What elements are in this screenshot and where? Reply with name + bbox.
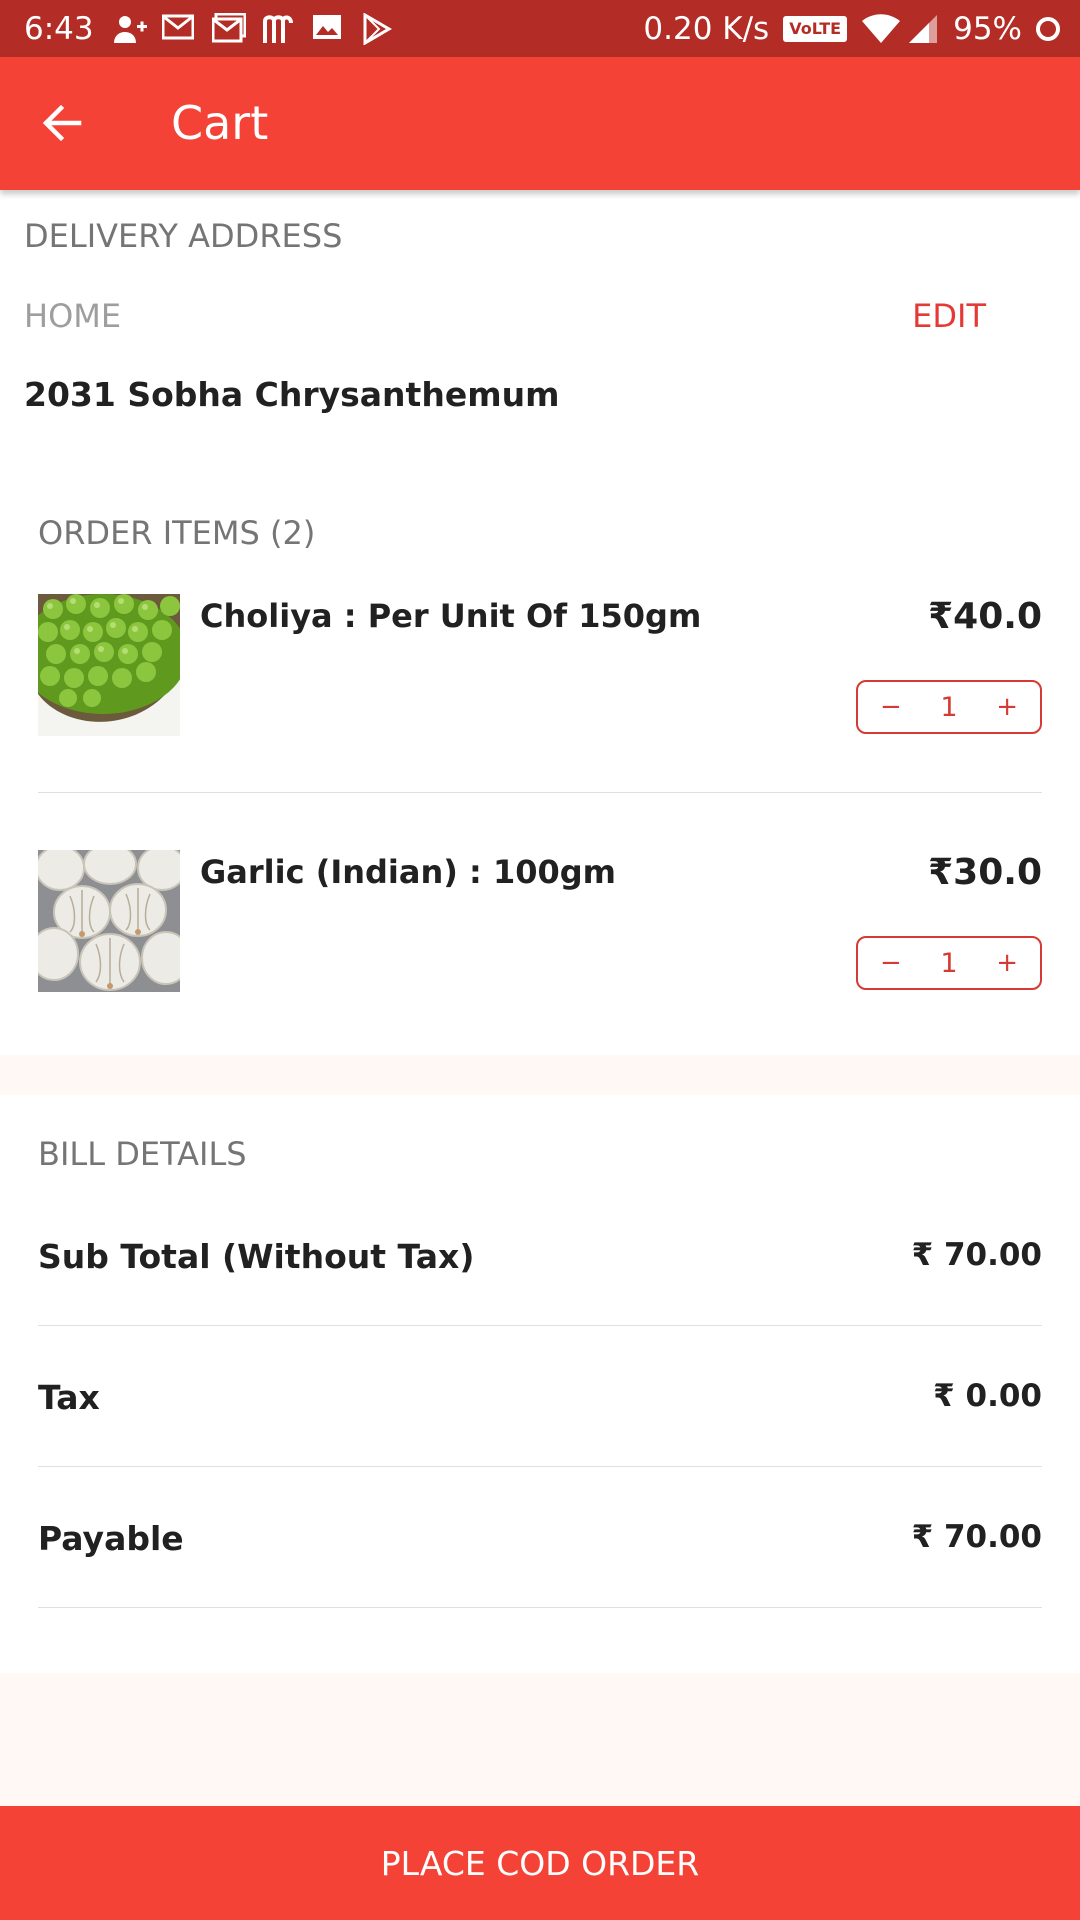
- quantity-stepper: − 1 +: [856, 936, 1042, 990]
- play-store-icon: [362, 11, 394, 46]
- address-type-label: HOME: [24, 297, 122, 335]
- bill-details-header: BILL DETAILS: [38, 1135, 247, 1173]
- edit-address-button[interactable]: EDIT: [912, 297, 986, 335]
- place-order-button[interactable]: PLACE COD ORDER: [0, 1806, 1080, 1920]
- divider: [38, 1607, 1042, 1608]
- back-button[interactable]: [30, 91, 94, 155]
- app-bar: Cart: [0, 57, 1080, 190]
- delivery-address-header: DELIVERY ADDRESS: [24, 217, 343, 255]
- gmail-icon: [211, 12, 247, 45]
- increase-button[interactable]: +: [996, 692, 1018, 722]
- quantity-stepper: − 1 +: [856, 680, 1042, 734]
- product-image-garlic: [38, 850, 180, 992]
- decrease-button[interactable]: −: [880, 948, 902, 978]
- product-image-choliya: [38, 594, 180, 736]
- battery-percent: 95%: [953, 10, 1022, 47]
- list-item: Garlic (Indian) : 100gm ₹30.0 − 1 +: [38, 850, 1042, 1050]
- bill-value: ₹ 0.00: [933, 1378, 1042, 1414]
- status-left: 6:43: [24, 0, 394, 57]
- list-item: Choliya : Per Unit Of 150gm ₹40.0 − 1 +: [38, 594, 1042, 794]
- divider: [38, 792, 1042, 793]
- status-time: 6:43: [24, 10, 94, 47]
- gmail-icon: [161, 13, 195, 45]
- bill-row-tax: Tax ₹ 0.00: [38, 1378, 1042, 1518]
- divider: [38, 1325, 1042, 1326]
- increase-button[interactable]: +: [996, 948, 1018, 978]
- image-icon: [312, 13, 344, 45]
- decrease-button[interactable]: −: [880, 692, 902, 722]
- person-add-icon: [112, 13, 147, 45]
- status-bar: 6:43 0.20 K/s VoLTE 95%: [0, 0, 1080, 57]
- bill-value: ₹ 70.00: [911, 1237, 1042, 1273]
- item-price: ₹40.0: [928, 596, 1042, 637]
- volte-badge: VoLTE: [783, 15, 848, 42]
- bill-label: Sub Total (Without Tax): [38, 1237, 475, 1276]
- status-right: 0.20 K/s VoLTE 95%: [643, 0, 1060, 57]
- bill-row-subtotal: Sub Total (Without Tax) ₹ 70.00: [38, 1237, 1042, 1377]
- section-separator: [0, 1055, 1080, 1095]
- item-name: Garlic (Indian) : 100gm: [200, 853, 616, 891]
- signal-icon: [907, 13, 939, 45]
- item-name: Choliya : Per Unit Of 150gm: [200, 597, 702, 635]
- item-price: ₹30.0: [928, 852, 1042, 893]
- quantity-value: 1: [940, 947, 958, 979]
- arrow-left-icon: [42, 104, 82, 142]
- battery-icon: [1036, 16, 1060, 41]
- wifi-icon: [861, 13, 901, 45]
- delivery-address-text: 2031 Sobha Chrysanthemum: [24, 375, 560, 414]
- bill-label: Tax: [38, 1378, 100, 1417]
- bill-label: Payable: [38, 1519, 184, 1558]
- divider: [38, 1466, 1042, 1467]
- bill-row-payable: Payable ₹ 70.00: [38, 1519, 1042, 1659]
- bill-value: ₹ 70.00: [911, 1519, 1042, 1555]
- page-title: Cart: [171, 96, 269, 150]
- m-app-icon: [262, 13, 294, 45]
- section-separator: [0, 1673, 1080, 1806]
- order-items-header: ORDER ITEMS (2): [38, 514, 316, 552]
- network-speed: 0.20 K/s: [643, 10, 770, 47]
- quantity-value: 1: [940, 691, 958, 723]
